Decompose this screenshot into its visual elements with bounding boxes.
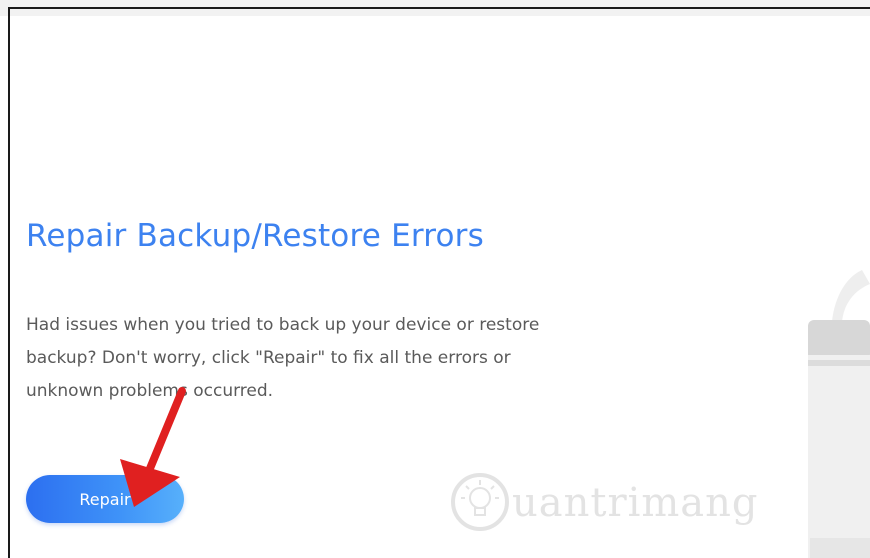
description: Had issues when you tried to back up you… xyxy=(26,309,646,408)
app-window: Repair Backup/Restore Errors Had issues … xyxy=(0,0,870,558)
watermark: uantrimang xyxy=(450,470,780,540)
window-border-top xyxy=(8,7,870,9)
description-line: backup? Don't worry, click "Repair" to f… xyxy=(26,348,511,368)
device-illustration xyxy=(808,270,870,558)
page-title: Repair Backup/Restore Errors xyxy=(26,218,484,254)
window-border-left xyxy=(8,8,10,558)
description-line: unknown problems occurred. xyxy=(26,381,274,401)
repair-button[interactable]: Repair xyxy=(26,475,184,523)
description-line: Had issues when you tried to back up you… xyxy=(26,315,540,335)
lightbulb-icon xyxy=(451,473,509,531)
watermark-text: uantrimang xyxy=(512,480,759,526)
